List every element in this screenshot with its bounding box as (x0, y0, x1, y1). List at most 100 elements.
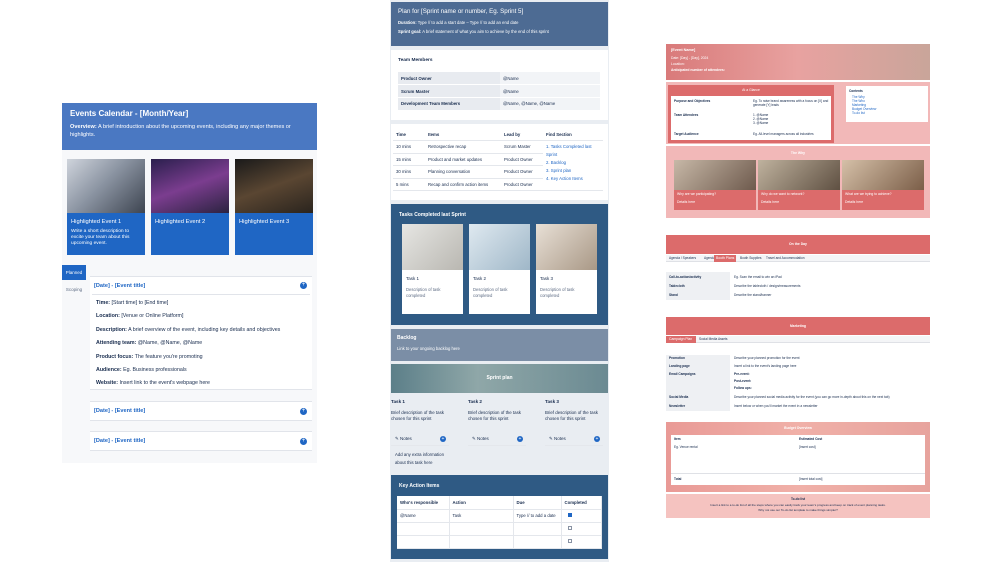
detail-description: Description: A brief overview of the eve… (96, 326, 281, 333)
task-desc: Description of task completed (406, 287, 441, 298)
overview-text: Overview: A brief introduction about the… (70, 124, 309, 139)
audience-photo-image (151, 159, 229, 213)
highlight-card-title: Highlighted Event 2 (155, 219, 206, 225)
agenda-table: Time Items Lead by Find Section 10 mins Retr… (393, 128, 603, 192)
todo-link-text[interactable]: Why not use our To-do list template to m… (666, 508, 930, 512)
completed-task-card-2[interactable]: Task 2 Description of task completed (469, 224, 530, 314)
task-title: Task 3 (540, 276, 554, 281)
team-members-heading: Team Members (398, 58, 433, 63)
why-card-1[interactable]: Why are we participating? Details here (674, 160, 756, 210)
booth-plans-table: Call-to-action/activity Eg. Scan the ema… (666, 272, 930, 300)
tab-travel[interactable]: Travel and Accommodation (766, 256, 805, 260)
at-a-glance-box: At a Glance Purpose and Objectives Eg. T… (668, 85, 834, 143)
why-card-desc: Details here (677, 200, 696, 204)
task-title: Task 2 (468, 399, 482, 404)
backlog-desc[interactable]: Link to your ongoing backlog here (397, 346, 602, 351)
row-key: Email Campaigns (669, 372, 696, 376)
notes-label: ✎ Notes (472, 436, 489, 441)
collapse-icon[interactable]: + (440, 436, 446, 442)
row-value: Describe the stand/banner (734, 293, 772, 297)
tab-booth-supplies[interactable]: Booth Supplies (740, 256, 761, 260)
find-section-link[interactable]: 3. Sprint plan (546, 167, 600, 175)
glance-key: Purpose and Objectives (674, 99, 711, 103)
todo-section: To-do list Insert a link to a to-do list… (666, 494, 930, 518)
notebook-photo-image (536, 224, 597, 270)
find-section-link[interactable]: 1. Tasks Completed last Sprint (546, 143, 600, 159)
accordion-title[interactable]: [Date] - [Event title] (90, 432, 312, 449)
expand-icon[interactable]: + (300, 408, 307, 415)
expand-icon[interactable]: + (517, 436, 523, 442)
expand-icon[interactable]: + (300, 438, 307, 445)
contents-link[interactable]: To-do list (852, 111, 876, 115)
on-the-day-header: On the Day (666, 235, 930, 254)
contents-box: Contents The Why The Who Marketing Budge… (846, 86, 928, 122)
notes-expand-2[interactable]: ✎ Notes + (468, 434, 526, 446)
tab-scoping[interactable]: Scoping (62, 282, 86, 297)
section-title: The Why (790, 151, 806, 155)
notes-label: ✎ Notes (549, 436, 566, 441)
tab-booth-plans[interactable]: Booth Plans (716, 256, 734, 260)
notes-expand-1[interactable]: ✎ Notes + (391, 434, 449, 446)
event-accordion-collapsed[interactable]: [Date] - [Event title] + (90, 401, 312, 421)
event-accordion-expanded[interactable]: [Date] - [Event title] + Time: [Start ti… (90, 276, 312, 390)
completed-checkbox[interactable] (567, 539, 572, 543)
row-value: Post-event: (734, 379, 752, 383)
highlight-card-title: Highlighted Event 1 (71, 219, 122, 225)
highlight-card-3[interactable]: Highlighted Event 3 (235, 159, 313, 255)
tab-social-media-assets[interactable]: Social Media Assets (699, 337, 728, 341)
todo-text: Insert a link to a to-do list of all the… (710, 503, 886, 507)
find-section-link[interactable]: 2. Backlog (546, 159, 600, 167)
pencil-icon: ✎ (395, 436, 399, 441)
events-calendar-header: Events Calendar - [Month/Year] Overview:… (62, 103, 317, 150)
event-accordion-collapsed[interactable]: [Date] - [Event title] + (90, 431, 312, 451)
tab-campaign-plan[interactable]: Campaign Plan (669, 337, 692, 341)
budget-header: Estimated Cost (799, 437, 823, 441)
row-key: Landing page (669, 364, 690, 368)
completed-task-card-3[interactable]: Task 3 Description of task completed (536, 224, 597, 314)
section-title: On the Day (789, 242, 807, 246)
why-card-title: Why are we participating? (677, 192, 717, 196)
highlight-card-2[interactable]: Highlighted Event 2 (151, 159, 229, 255)
row-key: Call-to-action/activity (669, 275, 702, 279)
detail-audience: Audience: Eg. Business professionals (96, 367, 187, 374)
section-title: Key Action Items (399, 483, 440, 489)
section-title: Backlog (397, 335, 417, 341)
marketing-tabs: Campaign Plan Social Media Assets (666, 336, 930, 343)
why-card-3[interactable]: What are we trying to achieve? Details h… (842, 160, 924, 210)
key-action-items-table: Who's responsible Action Due Completed @Nam… (397, 496, 602, 549)
tab-planned[interactable]: Planned (62, 265, 86, 280)
plan-task-2: Task 2 Brief description of the task cho… (468, 399, 526, 422)
collapse-icon[interactable]: + (300, 282, 307, 289)
task-title: Task 1 (391, 399, 405, 404)
tab-agenda-speakers[interactable]: Agenda / Speakers (669, 256, 696, 260)
accordion-title[interactable]: [Date] - [Event title] (90, 277, 312, 294)
overview-label: Overview: (70, 124, 97, 130)
accordion-title[interactable]: [Date] - [Event title] (90, 402, 312, 419)
row-value: Insert a link to the event's landing pag… (734, 364, 797, 368)
why-card-2[interactable]: Why do we want to network? Details here (758, 160, 840, 210)
section-title: To-do list (790, 497, 806, 501)
expand-icon[interactable]: + (594, 436, 600, 442)
laptop-photo-image (402, 224, 463, 270)
completed-checkbox[interactable] (567, 526, 572, 530)
glance-value: Eg. To raise brand awareness with a focu… (753, 99, 829, 107)
plan-task-1: Task 1 Brief description of the task cho… (391, 399, 449, 422)
crowd-photo-image (235, 159, 313, 213)
completed-task-card-1[interactable]: Task 1 Description of task completed (402, 224, 463, 314)
marketing-header: Marketing (666, 317, 930, 335)
completed-checkbox[interactable] (567, 513, 572, 517)
person-laptop-photo-image (469, 224, 530, 270)
highlight-card-1[interactable]: Highlighted Event 1 Write a short descri… (67, 159, 145, 255)
detail-website: Website: Insert link to the event's webp… (96, 380, 210, 387)
sprint-plan-header: Plan for [Sprint name or number, Eg. Spr… (391, 2, 608, 46)
task-desc: Brief description of the task chosen for… (468, 410, 521, 421)
pencil-icon: ✎ (549, 436, 553, 441)
budget-cost: [Insert cost] (799, 445, 816, 449)
find-section-link[interactable]: 4. Key Action Items (546, 175, 600, 183)
budget-item: Eg. Venue rental (674, 445, 698, 449)
table-row: Development Team Members @Name, @Name, @N… (398, 97, 600, 111)
hero-line: Anticipated number of attendees: (671, 68, 725, 72)
notes-expand-3[interactable]: ✎ Notes + (545, 434, 603, 446)
row-key: Social Media (669, 395, 689, 399)
task-desc: Description of task completed (540, 287, 575, 298)
